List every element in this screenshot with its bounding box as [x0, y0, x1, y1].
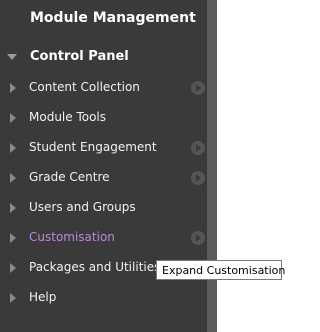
expand-arrow-icon[interactable] [10, 203, 16, 213]
menu-item-label: Content Collection [29, 80, 140, 94]
menu-item-grade-centre[interactable]: Grade Centre [0, 167, 207, 191]
expand-arrow-icon[interactable] [10, 173, 16, 183]
expand-arrow-icon[interactable] [10, 113, 16, 123]
menu-item-label: Customisation [29, 230, 115, 244]
menu-item-content-collection[interactable]: Content Collection [0, 77, 207, 101]
control-panel-label: Control Panel [30, 49, 129, 64]
expand-tooltip: Expand Customisation [156, 260, 286, 280]
control-panel-sidebar: Module Management Control Panel Content … [0, 0, 207, 332]
menu-item-customisation[interactable]: Customisation [0, 227, 207, 251]
go-arrow-icon[interactable] [191, 141, 205, 155]
menu-item-label: Student Engagement [29, 140, 157, 154]
menu-item-label: Packages and Utilities [29, 260, 161, 274]
expand-arrow-icon[interactable] [10, 143, 16, 153]
menu-item-label: Users and Groups [29, 200, 136, 214]
collapse-arrow-icon[interactable] [7, 54, 17, 60]
expand-arrow-icon[interactable] [10, 293, 16, 303]
expand-arrow-icon[interactable] [10, 263, 16, 273]
menu-item-student-engagement[interactable]: Student Engagement [0, 137, 207, 161]
menu-item-label: Grade Centre [29, 170, 110, 184]
expand-arrow-icon[interactable] [10, 233, 16, 243]
go-arrow-icon[interactable] [191, 231, 205, 245]
menu-item-label: Module Tools [29, 110, 107, 124]
go-arrow-icon[interactable] [191, 171, 205, 185]
expand-arrow-icon[interactable] [10, 83, 16, 93]
menu-item-help[interactable]: Help [0, 287, 207, 311]
panel-resize-divider[interactable] [207, 0, 217, 332]
menu-item-module-tools[interactable]: Module Tools [0, 107, 207, 131]
menu-item-label: Help [29, 290, 57, 304]
go-arrow-icon[interactable] [191, 81, 205, 95]
menu-item-users-and-groups[interactable]: Users and Groups [0, 197, 207, 221]
control-panel-header[interactable]: Control Panel [0, 48, 207, 68]
module-title: Module Management [30, 10, 196, 26]
tooltip-text: Expand Customisation [162, 264, 286, 277]
